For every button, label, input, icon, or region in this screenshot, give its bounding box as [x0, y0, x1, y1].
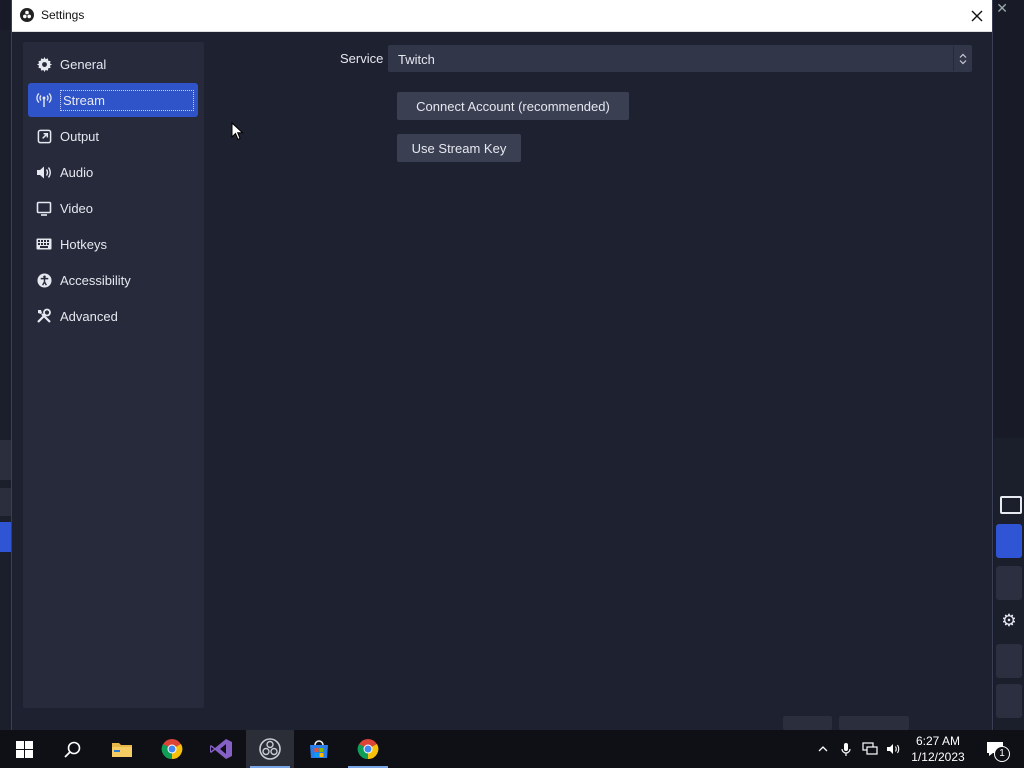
- select-arrows-icon: [953, 46, 972, 71]
- sidebar-item-general[interactable]: General: [28, 47, 198, 81]
- service-label: Service: [340, 51, 384, 66]
- start-button[interactable]: [0, 730, 48, 768]
- background-dock-button-active[interactable]: [996, 524, 1022, 558]
- use-stream-key-button[interactable]: Use Stream Key: [397, 134, 521, 162]
- background-dock-button[interactable]: [996, 644, 1022, 678]
- notification-count-badge: 1: [994, 746, 1010, 762]
- close-icon: [971, 10, 983, 21]
- background-left-panel: [0, 30, 12, 730]
- volume-icon: [887, 744, 900, 754]
- obs-icon: [259, 738, 281, 760]
- monitor-icon: [36, 200, 52, 216]
- service-select-value: Twitch: [398, 52, 435, 67]
- background-panel-block: [0, 488, 12, 516]
- broadcast-icon: [36, 92, 52, 108]
- obs-taskbar-button[interactable]: [246, 730, 294, 768]
- file-explorer-button[interactable]: [98, 730, 146, 768]
- show-hidden-icons-button[interactable]: [814, 730, 832, 768]
- sidebar-item-label: Hotkeys: [60, 236, 107, 252]
- connect-account-button[interactable]: Connect Account (recommended): [397, 92, 629, 120]
- taskbar-clock[interactable]: 6:27 AM 1/12/2023: [908, 733, 968, 765]
- chrome-button[interactable]: [148, 730, 196, 768]
- store-button[interactable]: [295, 730, 343, 768]
- sidebar-item-label: Stream: [60, 89, 194, 111]
- microphone-icon: [841, 742, 851, 756]
- settings-sidebar: General Stream Output Audio Video Hotkey…: [23, 42, 204, 708]
- background-dock-button[interactable]: [996, 684, 1022, 718]
- background-right-dock: ⚙: [994, 438, 1024, 730]
- sidebar-item-label: Advanced: [60, 308, 118, 324]
- store-icon: [310, 740, 328, 758]
- sidebar-item-hotkeys[interactable]: Hotkeys: [28, 227, 198, 261]
- folder-icon: [112, 743, 132, 757]
- cancel-button-partial[interactable]: [839, 716, 909, 730]
- tools-icon: [36, 308, 52, 324]
- settings-window: Settings General Stream Output Audio Vid…: [12, 0, 992, 730]
- accessibility-icon: [36, 272, 52, 288]
- network-tray-button[interactable]: [860, 730, 880, 768]
- background-panel-block: [0, 440, 12, 480]
- sidebar-item-advanced[interactable]: Advanced: [28, 299, 198, 333]
- mouse-cursor-icon: [231, 121, 244, 146]
- sidebar-item-label: Accessibility: [60, 272, 131, 288]
- output-icon: [36, 128, 52, 144]
- sidebar-item-video[interactable]: Video: [28, 191, 198, 225]
- window-title: Settings: [41, 8, 85, 22]
- sidebar-item-output[interactable]: Output: [28, 119, 198, 153]
- visual-studio-button[interactable]: [197, 730, 245, 768]
- action-center-button[interactable]: 1: [980, 730, 1010, 768]
- popout-window-icon[interactable]: [1000, 496, 1022, 514]
- visual-studio-icon: [210, 739, 232, 759]
- clock-date: 1/12/2023: [911, 750, 965, 764]
- volume-tray-button[interactable]: [884, 730, 904, 768]
- chevron-up-icon: [818, 746, 828, 752]
- sidebar-item-label: Audio: [60, 164, 94, 180]
- sidebar-item-accessibility[interactable]: Accessibility: [28, 263, 198, 297]
- sidebar-item-label: Video: [60, 200, 94, 216]
- sidebar-item-stream[interactable]: Stream: [28, 83, 198, 117]
- chrome-icon: [357, 739, 379, 760]
- chrome-button-2[interactable]: [344, 730, 392, 768]
- taskbar: 6:27 AM 1/12/2023 1: [0, 730, 1024, 768]
- dock-gear-icon[interactable]: ⚙: [994, 606, 1024, 636]
- windows-logo-icon: [15, 740, 33, 758]
- background-close-icon[interactable]: ✕: [996, 0, 1008, 17]
- background-panel-block-active: [0, 522, 12, 552]
- sidebar-item-label: Output: [60, 128, 100, 144]
- gear-icon: [36, 56, 52, 72]
- ok-button-partial[interactable]: [783, 716, 832, 730]
- background-dock-button[interactable]: [996, 566, 1022, 600]
- sidebar-item-audio[interactable]: Audio: [28, 155, 198, 189]
- speaker-icon: [36, 164, 52, 180]
- search-icon: [63, 741, 80, 758]
- network-icon: [862, 742, 878, 755]
- close-button[interactable]: [962, 0, 992, 31]
- clock-time: 6:27 AM: [915, 734, 961, 748]
- microphone-tray-button[interactable]: [838, 730, 854, 768]
- chrome-icon: [161, 739, 183, 760]
- service-select[interactable]: Twitch: [388, 45, 972, 72]
- obs-logo-icon: [20, 8, 34, 22]
- search-button[interactable]: [48, 730, 96, 768]
- keyboard-icon: [36, 236, 52, 252]
- title-bar: Settings: [12, 0, 992, 32]
- sidebar-item-label: General: [60, 56, 107, 72]
